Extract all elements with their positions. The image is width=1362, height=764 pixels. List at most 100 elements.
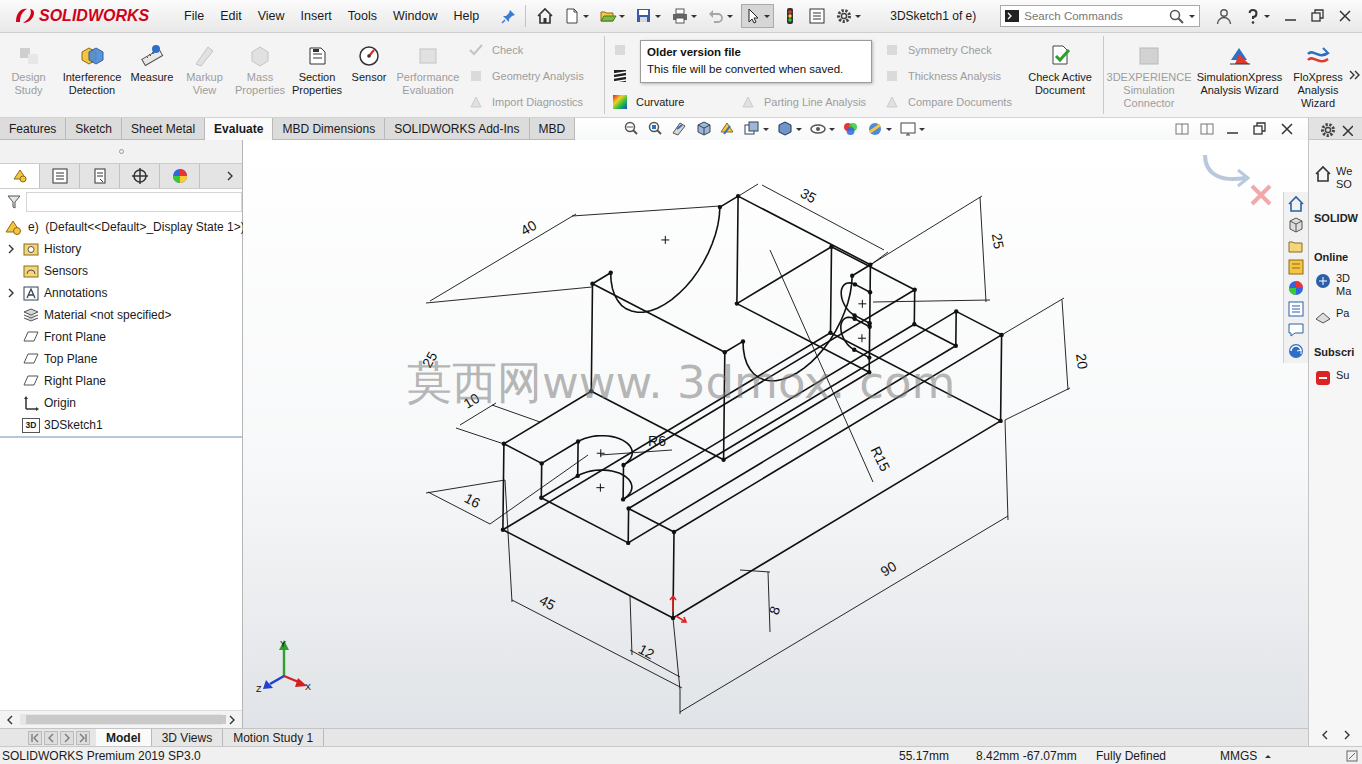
view-tool-button[interactable]: [809, 120, 836, 138]
ribbon-button[interactable]: Check ActiveDocument: [1020, 33, 1100, 97]
save-button[interactable]: [633, 5, 664, 27]
view-tool-button[interactable]: [695, 120, 713, 138]
task-pane-link[interactable]: WeSO: [1314, 165, 1362, 191]
cursor-button[interactable]: [741, 4, 774, 28]
view-tool-button[interactable]: [899, 120, 926, 138]
menu-item[interactable]: Window: [385, 9, 445, 23]
dimension-label[interactable]: 12: [636, 641, 657, 663]
dimension-label[interactable]: 8: [765, 604, 783, 617]
traffic-button[interactable]: [779, 5, 801, 27]
user-button[interactable]: [1215, 7, 1233, 25]
menu-item[interactable]: View: [250, 9, 293, 23]
ribbon-button[interactable]: DesignStudy: [0, 33, 57, 97]
command-tab[interactable]: Sketch: [66, 118, 122, 140]
panel-tab[interactable]: [40, 164, 80, 188]
menu-item[interactable]: Help: [446, 9, 488, 23]
view-tool-button[interactable]: [776, 120, 803, 138]
doc-close-button[interactable]: [1278, 120, 1296, 138]
ribbon-button[interactable]: Sensor: [346, 33, 392, 84]
search-input[interactable]: [1024, 10, 1164, 22]
panel-tab[interactable]: [160, 164, 200, 188]
scroll-thumb[interactable]: [26, 715, 226, 724]
ribbon-small-button[interactable]: Curvature: [608, 89, 736, 115]
ribbon-small-button[interactable]: Check: [464, 37, 601, 63]
tab-nav-button[interactable]: [60, 731, 74, 745]
view-tool-button[interactable]: [647, 120, 665, 138]
view-tool-button[interactable]: [842, 120, 860, 138]
doc-restore-button[interactable]: [1251, 120, 1269, 138]
tile-right-button[interactable]: [1199, 121, 1215, 137]
dimension-label[interactable]: 25: [989, 232, 1007, 250]
task-pane-tab[interactable]: [1287, 321, 1305, 339]
tree-item[interactable]: History: [0, 238, 242, 260]
panel-more-button[interactable]: [224, 164, 242, 188]
ribbon-small-button[interactable]: Parting Line Analysis: [736, 89, 880, 115]
dimension-label[interactable]: R6: [648, 433, 666, 449]
menu-item[interactable]: Tools: [340, 9, 385, 23]
command-tab[interactable]: Sheet Metal: [122, 118, 205, 140]
task-pane-link[interactable]: 3DMa: [1314, 272, 1362, 298]
task-pane-tab[interactable]: [1287, 216, 1305, 234]
ribbon-small-button[interactable]: Symmetry Check: [880, 37, 1020, 63]
task-pane-tab[interactable]: [1287, 279, 1305, 297]
bottom-tab[interactable]: Motion Study 1: [223, 729, 324, 746]
dimension-label[interactable]: 20: [1073, 352, 1091, 370]
tree-item[interactable]: Sensors: [0, 260, 242, 282]
ribbon-small-button[interactable]: Thickness Analysis: [880, 63, 1020, 89]
tree-item[interactable]: Right Plane: [0, 370, 242, 392]
dimension-label[interactable]: R15: [868, 444, 894, 474]
graphics-area[interactable]: 40352520R6R151025164512890YXZ莫西网www. 3dm…: [243, 140, 1308, 728]
view-tool-button[interactable]: [866, 120, 893, 138]
open-button[interactable]: [597, 5, 628, 27]
menu-item[interactable]: File: [176, 9, 212, 23]
task-pane-link[interactable]: Pa: [1314, 307, 1362, 325]
command-tab[interactable]: SOLIDWORKS Add-Ins: [385, 118, 529, 140]
ribbon-small-button[interactable]: Compare Documents: [880, 89, 1020, 115]
help-button[interactable]: [1242, 5, 1273, 27]
panel-tab[interactable]: [0, 164, 40, 188]
doc-minimize-button[interactable]: [1224, 120, 1242, 138]
task-pane-link[interactable]: Su: [1314, 369, 1362, 387]
dimension-label[interactable]: 45: [537, 592, 558, 614]
tree-item[interactable]: Material <not specified>: [0, 304, 242, 326]
panel-scrollbar[interactable]: [0, 710, 242, 728]
task-pane-tab[interactable]: [1287, 342, 1305, 360]
panel-tab[interactable]: [80, 164, 120, 188]
tree-item[interactable]: Origin: [0, 392, 242, 414]
bottom-tab[interactable]: Model: [96, 729, 152, 746]
dimension-label[interactable]: 40: [518, 217, 540, 239]
ribbon-button[interactable]: PerformanceEvaluation: [392, 33, 464, 97]
ribbon-button[interactable]: MarkupView: [177, 33, 232, 97]
list-button[interactable]: [806, 5, 828, 27]
command-tab[interactable]: MBD: [530, 118, 576, 140]
minimize-button[interactable]: [1282, 7, 1300, 25]
ribbon-button[interactable]: InterferenceDetection: [57, 33, 127, 97]
task-pane-tab[interactable]: [1287, 300, 1305, 318]
pin-button[interactable]: [501, 8, 517, 24]
ribbon-small-button[interactable]: Geometry Analysis: [464, 63, 601, 89]
undo-button[interactable]: [705, 5, 736, 27]
tab-nav-button[interactable]: [44, 731, 58, 745]
dimension-label[interactable]: 16: [462, 490, 483, 512]
filter-field[interactable]: [26, 192, 242, 212]
tree-item[interactable]: 3D3DSketch1: [0, 414, 242, 436]
tree-filter[interactable]: [0, 189, 242, 214]
tree-item[interactable]: Annotations: [0, 282, 242, 304]
ribbon-button[interactable]: MassProperties: [232, 33, 288, 97]
sketch-canvas[interactable]: 40352520R6R151025164512890YXZ莫西网www. 3dm…: [243, 140, 1308, 728]
menu-item[interactable]: Edit: [212, 9, 250, 23]
panel-tab[interactable]: [120, 164, 160, 188]
gear-button[interactable]: [833, 5, 864, 27]
tree-expander[interactable]: [0, 243, 22, 255]
tree-item[interactable]: Top Plane: [0, 348, 242, 370]
command-tab[interactable]: Features: [0, 118, 66, 140]
menu-item[interactable]: Insert: [293, 9, 340, 23]
view-tool-button[interactable]: [719, 120, 737, 138]
tree-item[interactable]: Front Plane: [0, 326, 242, 348]
task-pane-tab[interactable]: [1287, 237, 1305, 255]
tab-nav-button[interactable]: [28, 731, 42, 745]
task-pane-tab[interactable]: [1287, 258, 1305, 276]
ribbon-button[interactable]: Measure: [127, 33, 177, 84]
confirmation-corner[interactable]: [1205, 155, 1270, 204]
view-tool-button[interactable]: [671, 120, 689, 138]
